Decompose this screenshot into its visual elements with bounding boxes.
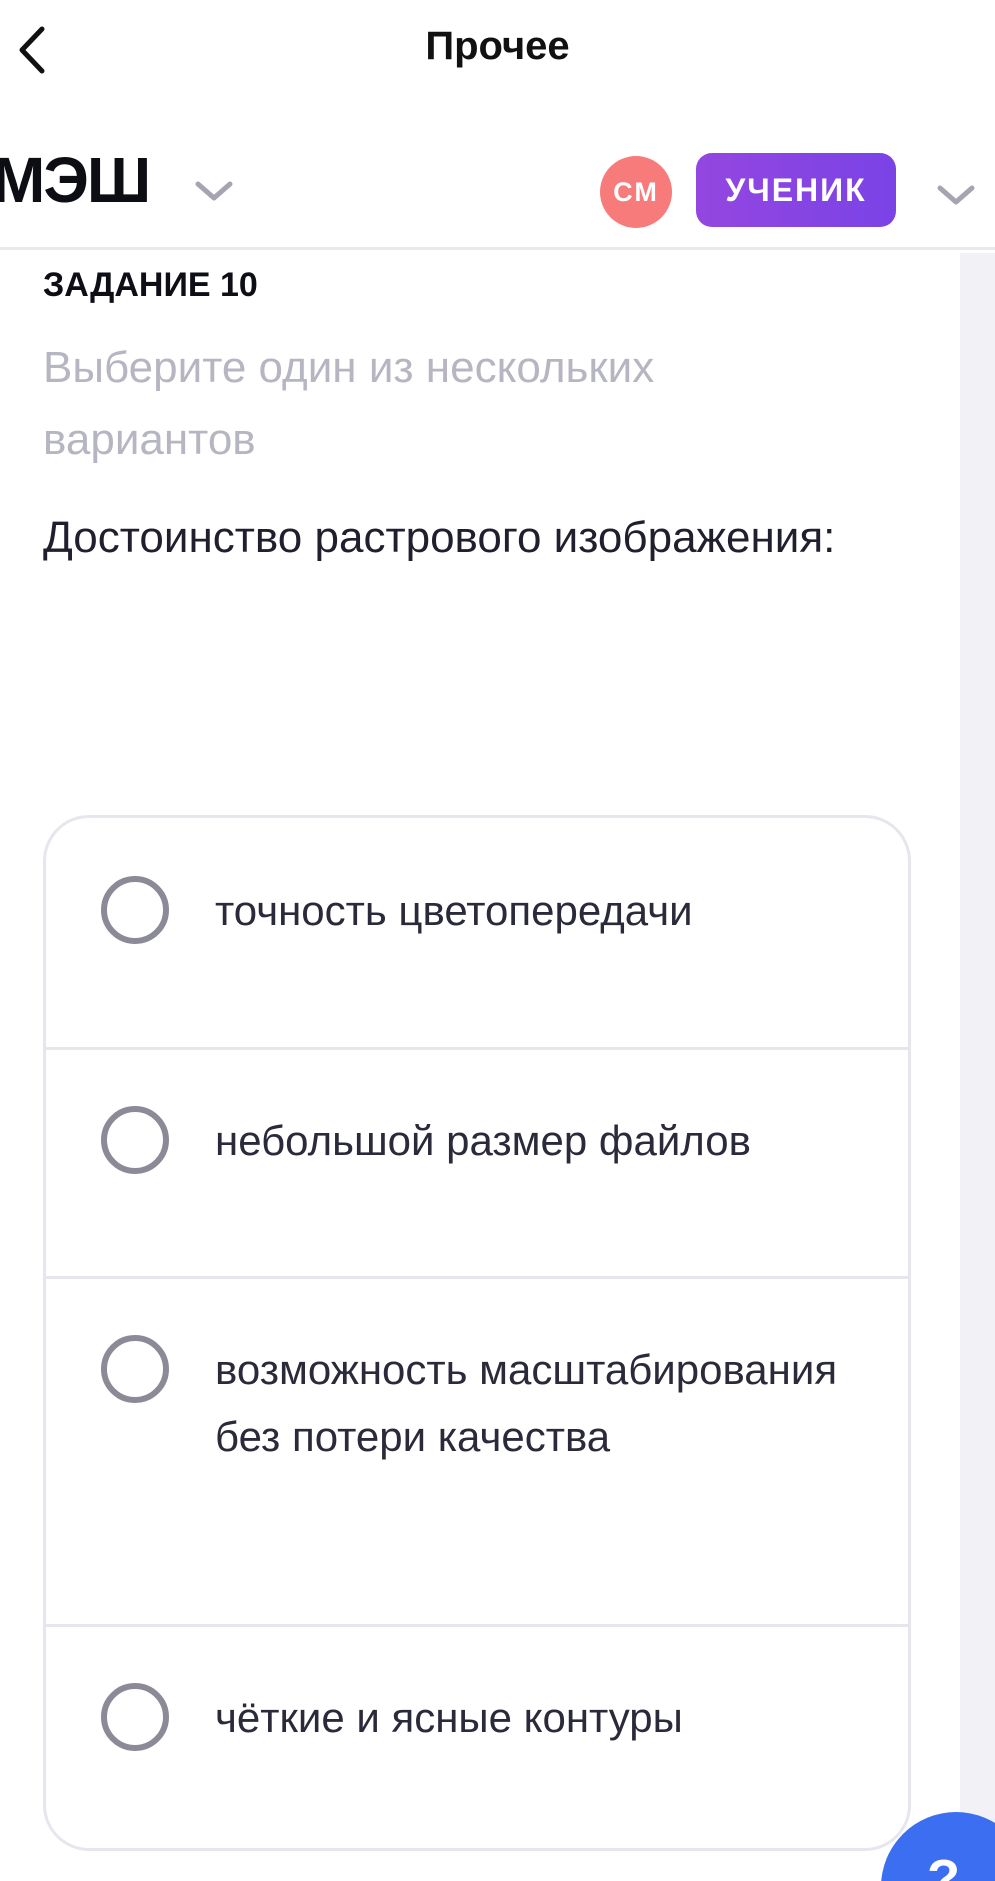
radio-button[interactable] — [101, 1683, 169, 1751]
option-item[interactable]: небольшой размер файлов — [46, 1047, 908, 1276]
top-nav-bar: Прочее — [0, 0, 995, 100]
option-item[interactable]: возможность масштабирования без потери к… — [46, 1276, 908, 1624]
help-label: ? — [927, 1849, 960, 1881]
answer-options: точность цветопередачи небольшой размер … — [43, 815, 911, 1851]
chevron-down-icon[interactable] — [934, 180, 978, 210]
avatar[interactable]: СМ — [600, 156, 672, 228]
task-hint: Выберите один из нескольких вариантов — [43, 343, 655, 464]
radio-button[interactable] — [101, 1335, 169, 1403]
scrollbar-track[interactable] — [960, 253, 995, 1881]
radio-button[interactable] — [101, 876, 169, 944]
page-title: Прочее — [425, 24, 570, 68]
option-text: точность цветопередачи — [215, 887, 693, 934]
option-item[interactable]: точность цветопередачи — [46, 818, 908, 1047]
app-logo[interactable]: МЭШ — [0, 148, 151, 212]
option-text: небольшой размер файлов — [215, 1117, 751, 1164]
radio-button[interactable] — [101, 1106, 169, 1174]
app-header: МЭШ СМ УЧЕНИК — [0, 100, 995, 250]
role-badge[interactable]: УЧЕНИК — [696, 153, 896, 227]
option-item[interactable]: чёткие и ясные контуры — [46, 1624, 908, 1848]
chevron-down-icon[interactable] — [192, 176, 236, 206]
option-text: возможность масштабирования без потери к… — [215, 1346, 838, 1460]
option-text: чёткие и ясные контуры — [215, 1694, 683, 1741]
question-text: Достоинство растрового изображения: — [43, 513, 836, 562]
page: Прочее МЭШ СМ УЧЕНИК ЗАДАНИЕ 10 Выберите… — [0, 0, 995, 1881]
task-label: ЗАДАНИЕ 10 — [43, 266, 258, 304]
